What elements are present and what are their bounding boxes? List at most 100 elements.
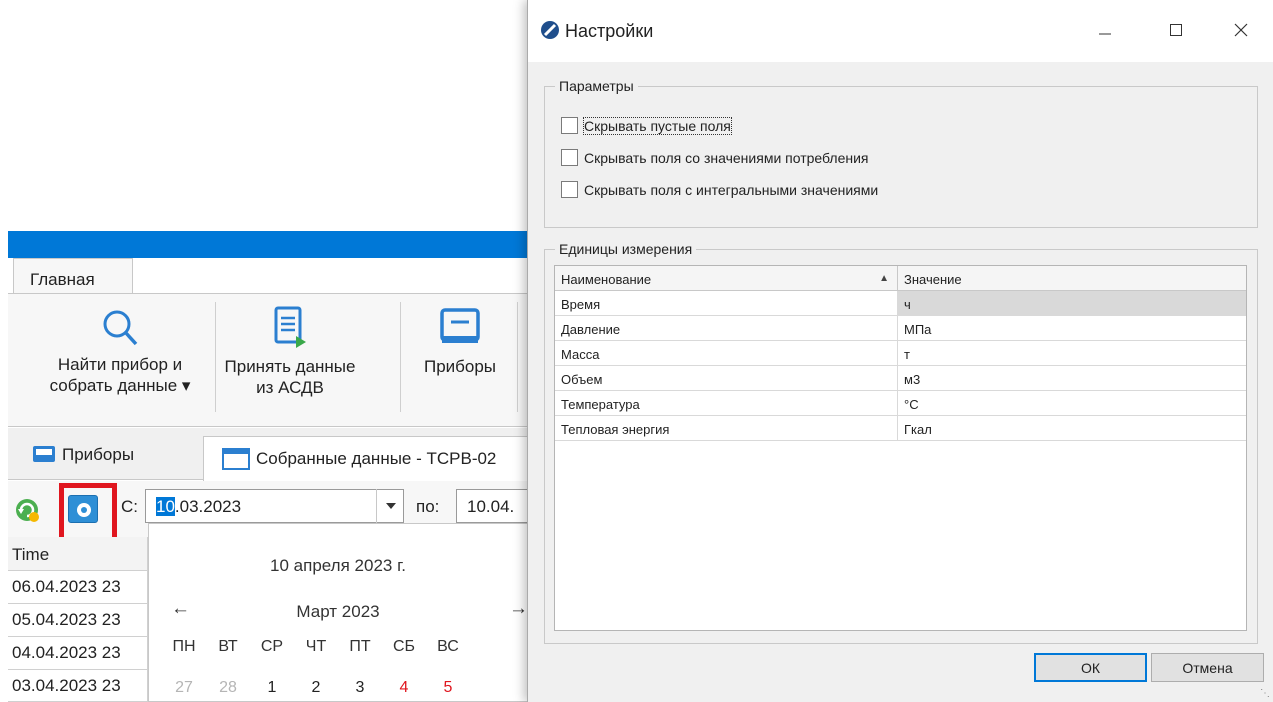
maximize-icon <box>1170 24 1182 36</box>
table-row[interactable]: Температура °C <box>555 391 1246 416</box>
unit-value-cell[interactable]: т <box>898 341 1246 366</box>
checkbox-label: Скрывать пустые поля <box>583 116 732 135</box>
table-row[interactable]: Объем м3 <box>555 366 1246 391</box>
table-row[interactable]: 04.04.2023 23 <box>8 637 148 670</box>
column-header-name-label: Наименование <box>561 272 652 287</box>
units-table[interactable]: Наименование ▲ Значение Время ч Давление… <box>554 265 1247 631</box>
units-group-title: Единицы измерения <box>555 241 697 257</box>
weekday-label: ЧТ <box>305 638 327 655</box>
calendar-day[interactable]: 3 <box>345 679 375 697</box>
receive-data-button[interactable]: Принять данные из АСДВ <box>195 306 385 398</box>
grid-header-time[interactable]: Time <box>8 537 148 571</box>
dialog-title: Настройки <box>565 21 654 41</box>
devices-ribbon-button[interactable]: Приборы <box>410 306 510 377</box>
calendar-day[interactable]: 27 <box>169 679 199 697</box>
unit-name-cell[interactable]: Время <box>555 291 898 316</box>
table-row[interactable]: 05.04.2023 23 <box>8 604 148 637</box>
checkbox-hide-consumption[interactable]: Скрывать поля со значениями потребления <box>561 149 869 166</box>
table-row[interactable]: Тепловая энергия Гкал <box>555 416 1246 441</box>
window-icon <box>222 448 250 470</box>
tab-devices-label: Приборы <box>62 445 135 464</box>
receive-data-label-2: из АСДВ <box>256 378 324 397</box>
checkbox-box[interactable] <box>561 149 578 166</box>
cancel-button[interactable]: Отмена <box>1151 653 1264 682</box>
calendar-day[interactable]: 2 <box>301 679 331 697</box>
checkbox-box[interactable] <box>561 181 578 198</box>
document-import-icon <box>274 306 306 348</box>
table-row[interactable]: 06.04.2023 23 <box>8 571 148 604</box>
weekday-label: ВТ <box>218 638 238 655</box>
tab-devices[interactable]: Приборы <box>32 444 134 466</box>
close-icon <box>1234 23 1248 37</box>
unit-value-cell[interactable]: °C <box>898 391 1246 416</box>
calendar-next-icon[interactable]: → <box>509 598 527 620</box>
device-icon <box>33 446 55 462</box>
calendar-day[interactable]: 28 <box>213 679 243 697</box>
maximize-button[interactable] <box>1164 18 1188 42</box>
unit-name-cell[interactable]: Тепловая энергия <box>555 416 898 441</box>
find-device-label-1: Найти прибор и <box>57 355 183 374</box>
weekday-label: СБ <box>392 638 416 655</box>
minimize-button[interactable] <box>1093 18 1117 42</box>
ribbon-tab-home[interactable]: Главная <box>13 258 133 294</box>
search-icon <box>103 310 138 346</box>
device-icon <box>440 308 480 343</box>
unit-value-cell[interactable]: Гкал <box>898 416 1246 441</box>
from-date-dropdown-button[interactable] <box>376 489 404 523</box>
params-group-title: Параметры <box>555 78 638 94</box>
highlight-annotation <box>59 483 117 544</box>
ribbon-separator <box>517 302 518 412</box>
tab-collected-data-label: Собранные данные - ТСРВ-02 <box>256 449 497 468</box>
table-row[interactable]: 03.04.2023 23 <box>8 670 148 702</box>
calendar-day[interactable]: 4 <box>389 679 419 697</box>
date-picker-popup: 10 апреля 2023 г. ← Март 2023 → ПН ВТ СР… <box>148 523 528 702</box>
receive-data-label-1: Принять данные <box>224 357 356 376</box>
weekday-label: ВС <box>437 638 459 655</box>
to-label: по: <box>416 497 440 516</box>
from-date-input[interactable]: 10.03.2023 <box>145 489 404 523</box>
calendar-month-label[interactable]: Март 2023 <box>149 602 527 622</box>
refresh-icon[interactable] <box>14 497 40 523</box>
ribbon-separator <box>400 302 401 412</box>
app-logo-icon <box>541 21 559 39</box>
weekday-label: СР <box>260 638 284 655</box>
unit-name-cell[interactable]: Объем <box>555 366 898 391</box>
unit-value-cell[interactable]: м3 <box>898 366 1246 391</box>
devices-ribbon-label: Приборы <box>423 357 497 376</box>
settings-dialog: Настройки Параметры Скрывать пустые поля… <box>527 0 1273 702</box>
resize-grip-icon[interactable]: ⋱ <box>1260 688 1270 699</box>
checkbox-box[interactable] <box>561 117 578 134</box>
tab-collected-data[interactable]: Собранные данные - ТСРВ-02 <box>203 436 548 481</box>
from-date-selected-part: 10 <box>156 497 175 516</box>
minimize-icon <box>1099 33 1111 35</box>
dialog-titlebar: Настройки <box>528 0 1273 62</box>
checkbox-hide-integral[interactable]: Скрывать поля с интегральными значениями <box>561 181 878 198</box>
from-date-rest: .03.2023 <box>174 497 242 516</box>
close-button[interactable] <box>1229 18 1253 42</box>
sort-ascending-icon: ▲ <box>879 273 889 284</box>
checkbox-hide-empty[interactable]: Скрывать пустые поля <box>561 116 732 135</box>
table-row[interactable]: Время ч <box>555 291 1246 316</box>
column-header-name[interactable]: Наименование ▲ <box>555 266 898 291</box>
find-device-label-2: собрать данные ▾ <box>49 376 191 395</box>
calendar-day[interactable]: 1 <box>257 679 287 697</box>
unit-name-cell[interactable]: Температура <box>555 391 898 416</box>
column-header-value[interactable]: Значение <box>898 266 1246 291</box>
unit-name-cell[interactable]: Масса <box>555 341 898 366</box>
table-row[interactable]: Масса т <box>555 341 1246 366</box>
checkbox-label: Скрывать поля с интегральными значениями <box>584 181 879 198</box>
unit-value-cell[interactable]: ч <box>898 291 1246 316</box>
params-groupbox: Параметры Скрывать пустые поля Скрывать … <box>544 78 1258 228</box>
checkbox-label: Скрывать поля со значениями потребления <box>584 149 869 166</box>
calendar-today-label[interactable]: 10 апреля 2023 г. <box>149 556 527 576</box>
weekday-label: ПТ <box>349 638 371 655</box>
from-label: С: <box>121 497 138 516</box>
table-row[interactable]: Давление МПа <box>555 316 1246 341</box>
unit-name-cell[interactable]: Давление <box>555 316 898 341</box>
calendar-day[interactable]: 5 <box>433 679 463 697</box>
unit-value-cell[interactable]: МПа <box>898 316 1246 341</box>
ok-button[interactable]: ОК <box>1034 653 1147 682</box>
find-device-button[interactable]: Найти прибор и собрать данные ▾ <box>30 308 210 396</box>
app-titlebar <box>8 231 548 258</box>
chevron-down-icon <box>385 503 396 509</box>
